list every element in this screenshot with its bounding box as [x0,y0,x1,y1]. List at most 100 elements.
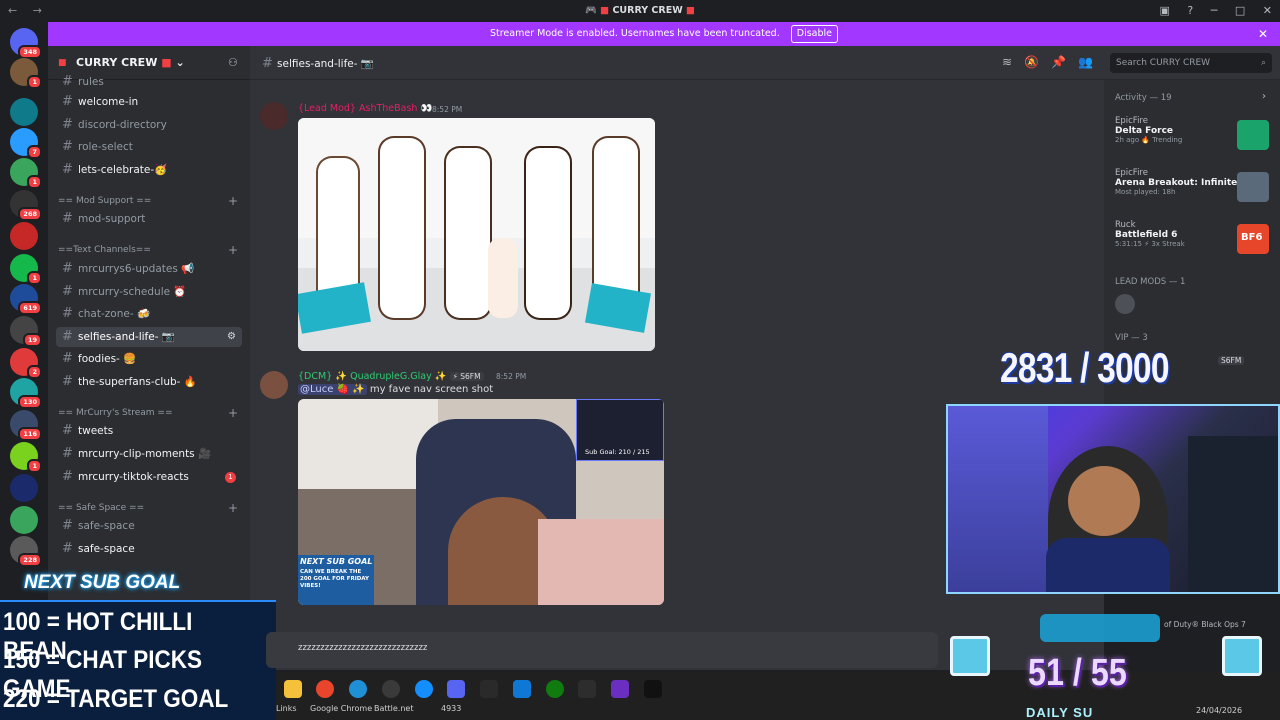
vip-label: VIP — 3 [1115,333,1148,343]
server-icon[interactable]: 116 [10,410,42,441]
search-input[interactable]: Search CURRY CREW ⌕ [1110,53,1272,73]
nzxt-icon[interactable] [611,680,629,698]
channel-item[interactable]: # lets-celebrate-🥳 [56,160,242,180]
hash-icon: # [62,284,73,299]
chrome-icon[interactable] [316,680,334,698]
widget-banner [1040,614,1160,642]
channel-item[interactable]: # mrcurry-schedule ⏰ [56,282,242,302]
channel-category[interactable]: ==Text Channels== + [58,243,238,257]
message-input-text: zzzzzzzzzzzzzzzzzzzzzzzzzzzzz [298,643,428,653]
channel-item[interactable]: # mrcurrys6-updates 📢 [56,259,242,279]
server-icon[interactable] [10,506,38,534]
add-channel-icon[interactable]: + [228,501,238,515]
server-icon[interactable] [10,222,38,250]
taskbar-link[interactable]: Links [276,704,297,713]
hash-icon: # [62,117,73,132]
message-image[interactable]: Sub Goal: 210 / 215 NEXT SUB GOAL CAN WE… [298,399,664,605]
channel-item[interactable]: # mod-support [56,209,242,229]
add-channel-icon[interactable]: + [228,406,238,420]
server-icon[interactable] [10,474,38,502]
channel-category[interactable]: == Mod Support == + [58,194,238,208]
avatar[interactable] [260,371,288,399]
threads-icon[interactable]: ≋ [1002,55,1024,69]
add-channel-icon[interactable]: + [228,194,238,208]
server-icon[interactable]: 228 [10,536,42,567]
server-icon[interactable]: 268 [10,190,42,221]
channel-item[interactable]: # welcome-in [56,92,242,112]
server-icon[interactable]: 19 [10,316,42,347]
folder-icon[interactable] [284,680,302,698]
hash-icon: # [62,469,73,484]
hash-icon: # [62,351,73,366]
next-sub-goal-title: NEXT SUB GOAL [24,572,181,593]
unread-count: 116 [18,427,42,441]
unread-count: 2 [27,365,42,379]
notification-icon[interactable]: 🔕 [1024,55,1051,69]
chevron-down-icon[interactable]: ⌄ [175,56,184,69]
unread-count: 228 [18,553,42,567]
message-author[interactable]: {DCM} ✨ QuadrupleG.Glay ✨ ⚡ S6FM [298,371,484,382]
channel-category[interactable]: == Safe Space == + [58,501,238,515]
channel-item[interactable]: # discord-directory [56,115,242,135]
xbox-icon[interactable] [546,680,564,698]
window-controls[interactable]: ▣ ? ─ □ ✕ [1160,4,1272,17]
discord-icon[interactable] [447,680,465,698]
channel-item[interactable]: # safe-space [56,516,242,536]
server-icon[interactable]: 1 [10,254,42,285]
disable-button[interactable]: Disable [790,25,839,43]
daily-sub-label: DAILY SU [1026,705,1094,720]
game-thumbnail-label: BF6 [1241,232,1263,243]
message-input[interactable]: zzzzzzzzzzzzzzzzzzzzzzzzzzzzz [266,632,938,668]
channel-category[interactable]: == MrCurry's Stream == + [58,406,238,420]
channel-label: mrcurry-schedule ⏰ [78,286,187,298]
taskbar-link[interactable]: Google Chrome [310,704,372,713]
close-icon[interactable]: ✕ [1258,22,1268,46]
taskbar-link[interactable]: Battle.net [374,704,413,713]
davinci-icon[interactable] [480,680,498,698]
taskbar-link[interactable]: 4933 [441,704,461,713]
channel-item[interactable]: # safe-space [56,539,242,559]
channel-item[interactable]: # tweets [56,421,242,441]
channel-item[interactable]: # chat-zone- 🍻 [56,304,242,324]
members-icon[interactable]: 👥 [1078,55,1105,69]
header-toolbar[interactable]: ≋🔕📌👥 [1002,55,1105,69]
server-rail: 348 1 7 1 268 1 619 19 2 130 116 1 228 [0,22,48,582]
activity-item[interactable]: EpicFire Delta Force 2h ago 🔥 Trending [1115,116,1275,150]
message-timestamp: 8:52 PM [432,105,463,114]
avatar[interactable] [260,102,288,130]
channel-item[interactable]: # the-superfans-club- 🔥 [56,372,242,392]
mention[interactable]: @Luce 🍓 ✨ [298,384,367,395]
cod-icon[interactable] [644,680,662,698]
pin-icon[interactable]: 📌 [1051,55,1078,69]
chevron-right-icon[interactable]: › [1262,91,1266,102]
edge-icon[interactable] [349,680,367,698]
activity-item[interactable]: EpicFire Arena Breakout: Infinite Most pla… [1115,168,1275,202]
server-icon[interactable]: 1 [10,58,42,89]
channel-item[interactable]: # mrcurry-tiktok-reacts 1 [56,467,242,487]
message-image[interactable] [298,118,655,351]
battlenet-icon[interactable] [415,680,433,698]
gear-icon[interactable]: ⚙ [227,327,236,347]
avatar[interactable] [1115,294,1135,314]
channel-item[interactable]: # role-select [56,137,242,157]
add-channel-icon[interactable]: + [228,243,238,257]
server-icon[interactable]: 1 [10,158,42,189]
server-icon[interactable]: 1 [10,442,42,473]
steam-icon[interactable] [382,680,400,698]
server-icon[interactable]: 348 [10,28,42,59]
mail-icon[interactable] [513,680,531,698]
server-icon[interactable] [10,98,38,126]
streamer-mode-banner: Streamer Mode is enabled. Usernames have… [48,22,1280,46]
server-icon[interactable]: 7 [10,128,42,159]
server-icon[interactable]: 619 [10,284,42,315]
game-thumbnail: BF6 [1237,224,1269,254]
excel-icon[interactable] [578,680,596,698]
server-icon[interactable]: 2 [10,348,42,379]
channel-item[interactable]: # mrcurry-clip-moments 🎥 [56,444,242,464]
channel-item[interactable]: # foodies- 🍔 [56,349,242,369]
message-author[interactable]: {Lead Mod} AshTheBash 👀 [298,103,432,114]
channel-item[interactable]: # selfies-and-life- 📷 ⚙ [56,327,242,347]
channel-item[interactable]: # rules [56,72,242,92]
server-icon[interactable]: 130 [10,378,42,409]
activity-item[interactable]: Ruck Battlefield 6 5:31:15 ⚡ 3x Streak BF6 [1115,220,1275,254]
